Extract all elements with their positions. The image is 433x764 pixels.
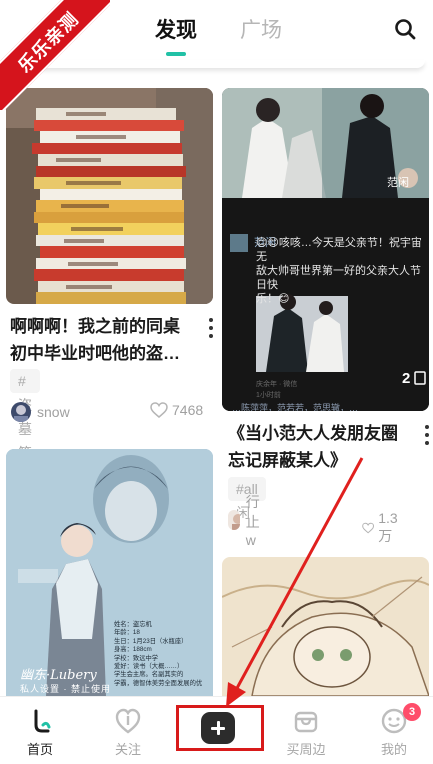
like-count[interactable]: 7468 [150, 402, 203, 418]
nav-label: 关注 [114, 742, 141, 757]
heart-icon [150, 402, 168, 418]
nav-follow[interactable]: 关注 [93, 697, 163, 764]
active-tab-indicator [166, 52, 186, 56]
publish-button[interactable] [201, 712, 235, 744]
avatar[interactable] [11, 402, 31, 422]
profile-line: 生日：1月23日（水瓶座） [114, 637, 188, 645]
profile-line: 年龄：18 [114, 629, 140, 637]
avatar[interactable] [228, 510, 240, 530]
card-image-manga[interactable] [222, 557, 429, 696]
shop-icon [294, 711, 318, 733]
author-name: snow [37, 404, 70, 420]
dot [209, 334, 213, 338]
more-options-button[interactable] [420, 425, 433, 445]
embedded-comments: …陈萍萍，范若若，范思辙，… [232, 402, 358, 411]
more-options-button[interactable] [204, 318, 218, 338]
embedded-text-line: 😊😊咳咳…今天是父亲节！祝宇宙无 [256, 237, 422, 263]
search-button[interactable] [393, 17, 417, 41]
svg-text:庆余年 · 微信: 庆余年 · 微信 [256, 379, 297, 388]
dot [209, 318, 213, 322]
dot [425, 425, 429, 429]
like-count-text: 1.3 万 [378, 510, 398, 544]
profile-line: 身高：188cm [114, 646, 152, 654]
dot [425, 433, 429, 437]
brand-subtitle: 私人设置 · 禁止使用 [20, 684, 111, 694]
svg-text:范闲: 范闲 [387, 175, 409, 189]
embedded-time: 1小时前 [256, 390, 281, 399]
profile-text-block: 姓名：盗忘机 年龄：18 生日：1月23日（水瓶座） 身高：188cm 学校：致… [114, 621, 210, 688]
card-image-drama[interactable]: 范闲 范闲 庆余年 · 微信 1小时前 …陈萍萍，范若若，范思辙，… 2 😊😊咳… [222, 88, 429, 411]
image-count: 2 [402, 370, 410, 387]
dot [425, 441, 429, 445]
author-info[interactable]: snow [11, 401, 70, 423]
nav-shop[interactable]: 买周边 [271, 697, 341, 764]
brand-signature: 幽东·Lubery [20, 668, 97, 683]
tab-discover[interactable]: 发现 [155, 14, 197, 44]
author-name: 行止w [245, 494, 260, 548]
profile-line: 学生会主席。名副其实的 [114, 671, 184, 679]
heart-icon [362, 522, 375, 534]
embedded-text-line: 敌大帅哥世界第一好的父亲大人节日快 [256, 265, 421, 291]
card-title-line: 《当小范大人发朋友圈 [228, 424, 398, 443]
profile-line: 学霸，德智体美劳全面发展的优 [114, 679, 203, 687]
home-icon [34, 709, 51, 733]
card-title[interactable]: 《当小范大人发朋友圈 忘记屏蔽某人》 [228, 420, 418, 474]
nav-label: 买周边 [286, 742, 326, 757]
nav-label: 首页 [26, 742, 53, 757]
nav-label: 我的 [380, 742, 407, 757]
watermark-text: 乐乐亲测 [0, 0, 110, 110]
author-info[interactable]: 行止w [228, 494, 268, 548]
profile-line: 学校：致远中学 [114, 654, 159, 662]
card-title-line: 初中毕业时吧他的盗… [10, 344, 180, 363]
card-image-books[interactable] [6, 88, 213, 304]
heart-shield-icon [115, 708, 141, 734]
like-count[interactable]: 1.3 万 [362, 510, 403, 546]
tab-square[interactable]: 广场 [240, 14, 282, 44]
like-count-text: 7468 [172, 402, 204, 418]
notification-badge: 3 [403, 703, 421, 721]
card-title-line: 忘记屏蔽某人》 [228, 451, 347, 470]
card-title[interactable]: 啊啊啊！我之前的同桌 初中毕业时吧他的盗… [10, 313, 195, 367]
nav-home[interactable]: 首页 [5, 697, 75, 764]
watermark-ribbon: 乐乐亲测 [0, 0, 110, 110]
embedded-post-text: 😊😊咳咳…今天是父亲节！祝宇宙无 敌大帅哥世界第一好的父亲大人节日快 乐！😊 [256, 236, 426, 306]
embedded-text-line: 乐！😊 [256, 293, 290, 305]
card-title-line: 啊啊啊！我之前的同桌 [10, 317, 180, 336]
topic-tag[interactable]: #盗墓笔记 [10, 369, 40, 485]
dot [209, 326, 213, 330]
search-icon [395, 19, 416, 40]
card-image-character[interactable]: 姓名：盗忘机 年龄：18 生日：1月23日（水瓶座） 身高：188cm 学校：致… [6, 449, 213, 696]
